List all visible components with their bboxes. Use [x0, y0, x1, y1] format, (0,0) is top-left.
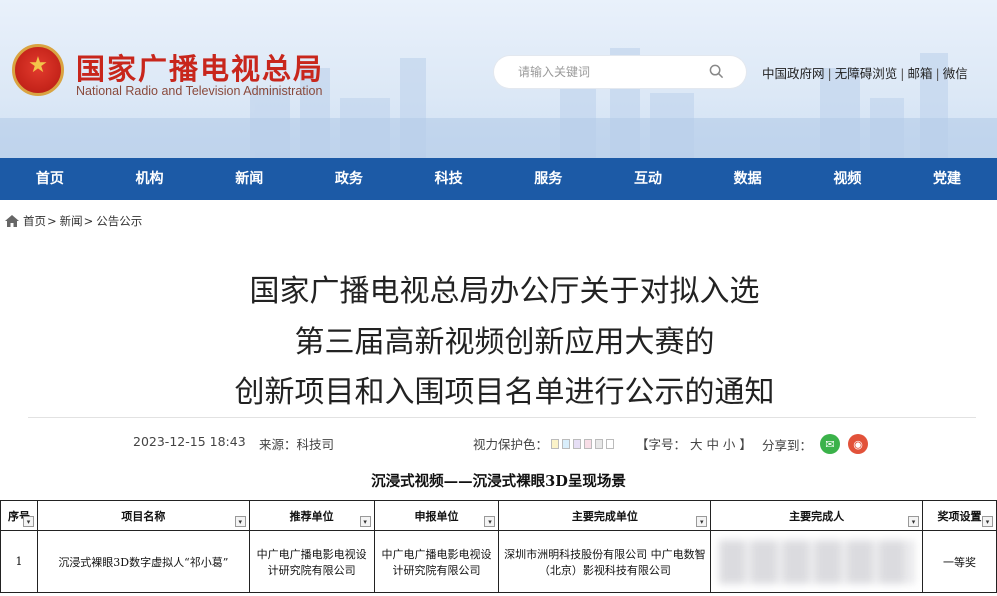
table-header-row: 序号 ▾ 项目名称 ▾ 推荐单位 ▾ 申报单位 ▾ 主要完成单位 ▾ 主要完成人 ▾ 奖项设… [0, 500, 997, 531]
home-icon [5, 215, 19, 227]
national-emblem-logo[interactable] [12, 44, 64, 96]
filter-dropdown-icon[interactable]: ▾ [696, 516, 708, 527]
cell-units: 深圳市洲明科技股份有限公司 中广电数智（北京）影视科技有限公司 [498, 530, 712, 593]
link-mail[interactable]: 邮箱 [907, 66, 932, 81]
font-size-control[interactable]: 【字号： 大 中 小 】 [636, 434, 752, 453]
header-award[interactable]: 奖项设置 ▾ [922, 500, 997, 531]
article-source: 来源：科技司 [259, 437, 335, 452]
cell-recommender: 中广电广播电影电视设计研究院有限公司 [248, 530, 375, 593]
site-logo-title[interactable]: 国家广播电视总局 [76, 46, 324, 88]
header-persons[interactable]: 主要完成人 ▾ [710, 500, 924, 531]
site-header: 国家广播电视总局 National Radio and Television A… [0, 0, 997, 158]
header-recommender[interactable]: 推荐单位 ▾ [248, 500, 375, 531]
site-logo-subtitle: National Radio and Television Administra… [76, 84, 323, 98]
nav-item-institutions[interactable]: 机构 [100, 158, 200, 200]
filter-dropdown-icon[interactable]: ▾ [982, 516, 993, 527]
filter-dropdown-icon[interactable]: ▾ [484, 516, 496, 527]
filter-dropdown-icon[interactable]: ▾ [234, 516, 246, 527]
link-gov[interactable]: 中国政府网 [762, 66, 825, 81]
share-bar: 分享到： ✉ ◉ [762, 434, 869, 454]
article-title-line-3: 创新项目和入围项目名单进行公示的通知 [234, 375, 775, 410]
header-index[interactable]: 序号 ▾ [0, 500, 38, 531]
search-input[interactable] [518, 63, 698, 81]
nav-item-interaction[interactable]: 互动 [598, 158, 698, 200]
breadcrumb-news[interactable]: 新闻 [60, 213, 83, 229]
table-caption: 沉浸式视频——沉浸式裸眼3D呈现场景 [371, 473, 626, 490]
weibo-icon[interactable]: ◉ [848, 434, 869, 454]
nav-item-services[interactable]: 服务 [498, 158, 598, 200]
wechat-icon[interactable]: ✉ [820, 434, 841, 454]
breadcrumb-home[interactable]: 首页 [23, 213, 46, 229]
search-box[interactable] [494, 56, 746, 88]
vision-protection: 视力保护色： [473, 434, 615, 453]
filter-dropdown-icon[interactable]: ▾ [22, 516, 34, 527]
share-label: 分享到： [762, 437, 813, 453]
nav-item-government[interactable]: 政务 [299, 158, 399, 200]
vision-label: 视力保护色： [473, 437, 549, 452]
publish-date: 2023-12-15 18:43 [133, 434, 246, 449]
header-units[interactable]: 主要完成单位 ▾ [498, 500, 712, 531]
nav-item-news[interactable]: 新闻 [199, 158, 299, 200]
header-project-name[interactable]: 项目名称 ▾ [36, 500, 250, 531]
color-swatch-gray[interactable] [595, 438, 604, 449]
article-title-line-1: 国家广播电视总局办公厅关于对拟入选 [249, 274, 760, 309]
table-row: 1 沉浸式裸眼3D数字虚拟人“祁小葛” 中广电广播电影电视设计研究院有限公司 中… [0, 530, 997, 593]
top-links: 中国政府网 | 无障碍浏览 | 邮箱 | 微信 [762, 66, 968, 81]
color-swatch-pink[interactable] [584, 438, 593, 449]
nav-item-data[interactable]: 数据 [698, 158, 798, 200]
cell-index: 1 [0, 530, 38, 593]
cell-persons-blurred [710, 530, 924, 593]
article-title-line-2: 第三届高新视频创新应用大赛的 [294, 325, 715, 360]
color-swatch-blue[interactable] [562, 438, 571, 449]
color-swatch-white[interactable] [606, 438, 615, 449]
cell-award: 一等奖 [922, 530, 997, 593]
results-table: 序号 ▾ 项目名称 ▾ 推荐单位 ▾ 申报单位 ▾ 主要完成单位 ▾ 主要完成人 ▾ 奖项设… [0, 500, 997, 593]
cell-applicant: 中广电广播电影电视设计研究院有限公司 [373, 530, 500, 593]
title-divider [28, 417, 976, 418]
color-swatch-yellow[interactable] [551, 438, 560, 449]
header-applicant[interactable]: 申报单位 ▾ [373, 500, 500, 531]
filter-dropdown-icon[interactable]: ▾ [359, 516, 371, 527]
breadcrumb: 首页 > 新闻 > 公告公示 [5, 213, 142, 229]
main-nav: 首页 机构 新闻 政务 科技 服务 互动 数据 视频 党建 [0, 158, 997, 200]
nav-item-party[interactable]: 党建 [897, 158, 997, 200]
cell-project-name: 沉浸式裸眼3D数字虚拟人“祁小葛” [36, 530, 250, 593]
link-wechat[interactable]: 微信 [943, 66, 968, 81]
filter-dropdown-icon[interactable]: ▾ [908, 516, 920, 527]
breadcrumb-announcements[interactable]: 公告公示 [96, 213, 142, 229]
nav-item-video[interactable]: 视频 [798, 158, 898, 200]
link-accessibility[interactable]: 无障碍浏览 [835, 66, 898, 81]
nav-item-technology[interactable]: 科技 [399, 158, 499, 200]
search-icon[interactable] [709, 64, 724, 79]
blurred-names [719, 539, 915, 584]
nav-item-home[interactable]: 首页 [0, 158, 100, 200]
color-swatch-purple[interactable] [573, 438, 582, 449]
